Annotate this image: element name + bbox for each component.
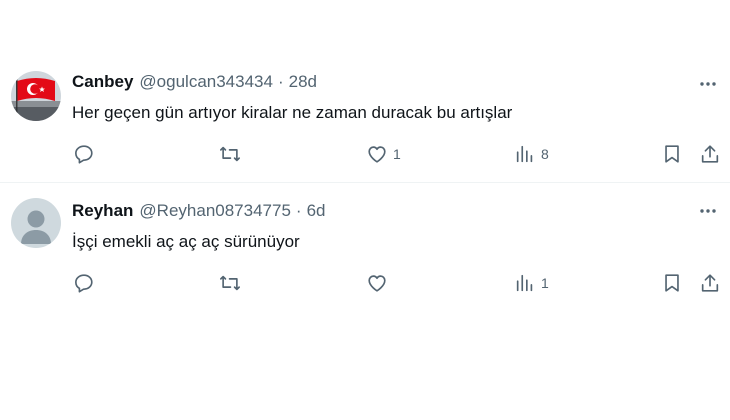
user-handle[interactable]: @Reyhan08734775 <box>139 201 291 221</box>
bookmark-button[interactable] <box>661 270 683 296</box>
repost-icon <box>220 146 240 162</box>
view-count: 1 <box>541 275 549 291</box>
timestamp[interactable]: 28d <box>289 72 317 92</box>
share-icon <box>701 145 719 163</box>
timestamp[interactable]: 6d <box>307 201 326 221</box>
like-button[interactable] <box>366 270 393 296</box>
bookmark-button[interactable] <box>661 141 683 167</box>
repost-button[interactable] <box>219 141 241 167</box>
reply-button[interactable] <box>73 141 95 167</box>
tweet[interactable]: Reyhan @Reyhan08734775 · 6d İşçi emekli … <box>0 183 730 310</box>
views-button[interactable]: 1 <box>514 270 549 296</box>
display-name[interactable]: Reyhan <box>72 201 133 221</box>
default-avatar-icon <box>11 198 61 248</box>
reply-icon <box>75 274 93 293</box>
share-button[interactable] <box>699 270 721 296</box>
repost-button[interactable] <box>219 270 241 296</box>
separator-dot: · <box>295 201 302 220</box>
like-button[interactable]: 1 <box>366 141 401 167</box>
avatar[interactable] <box>11 71 61 121</box>
share-button[interactable] <box>699 141 721 167</box>
reply-icon <box>75 145 93 164</box>
tweet-actions: 1 8 <box>72 141 722 167</box>
view-count: 8 <box>541 146 549 162</box>
heart-icon <box>368 146 386 163</box>
share-icon <box>701 274 719 292</box>
heart-icon <box>368 275 386 292</box>
analytics-icon <box>516 145 533 163</box>
tweet-header: Reyhan @Reyhan08734775 · 6d <box>72 201 326 221</box>
flag-avatar-icon <box>11 71 61 121</box>
avatar[interactable] <box>11 198 61 248</box>
separator-dot: · <box>277 72 284 91</box>
tweet-actions: 1 <box>72 270 722 296</box>
tweet[interactable]: Canbey @ogulcan343434 · 28d Her geçen gü… <box>0 55 730 183</box>
more-icon <box>700 82 716 86</box>
tweet-text: İşçi emekli aç aç aç sürünüyor <box>72 232 300 251</box>
bookmark-icon <box>665 274 679 292</box>
views-button[interactable]: 8 <box>514 141 549 167</box>
repost-icon <box>220 275 240 291</box>
like-count: 1 <box>393 146 401 162</box>
analytics-icon <box>516 274 533 292</box>
user-handle[interactable]: @ogulcan343434 <box>139 72 273 92</box>
more-options-button[interactable] <box>696 72 720 96</box>
tweet-header: Canbey @ogulcan343434 · 28d <box>72 72 317 92</box>
more-options-button[interactable] <box>696 199 720 223</box>
more-icon <box>700 209 716 213</box>
bookmark-icon <box>665 145 679 163</box>
tweet-text: Her geçen gün artıyor kiralar ne zaman d… <box>72 103 513 122</box>
reply-button[interactable] <box>73 270 95 296</box>
display-name[interactable]: Canbey <box>72 72 133 92</box>
